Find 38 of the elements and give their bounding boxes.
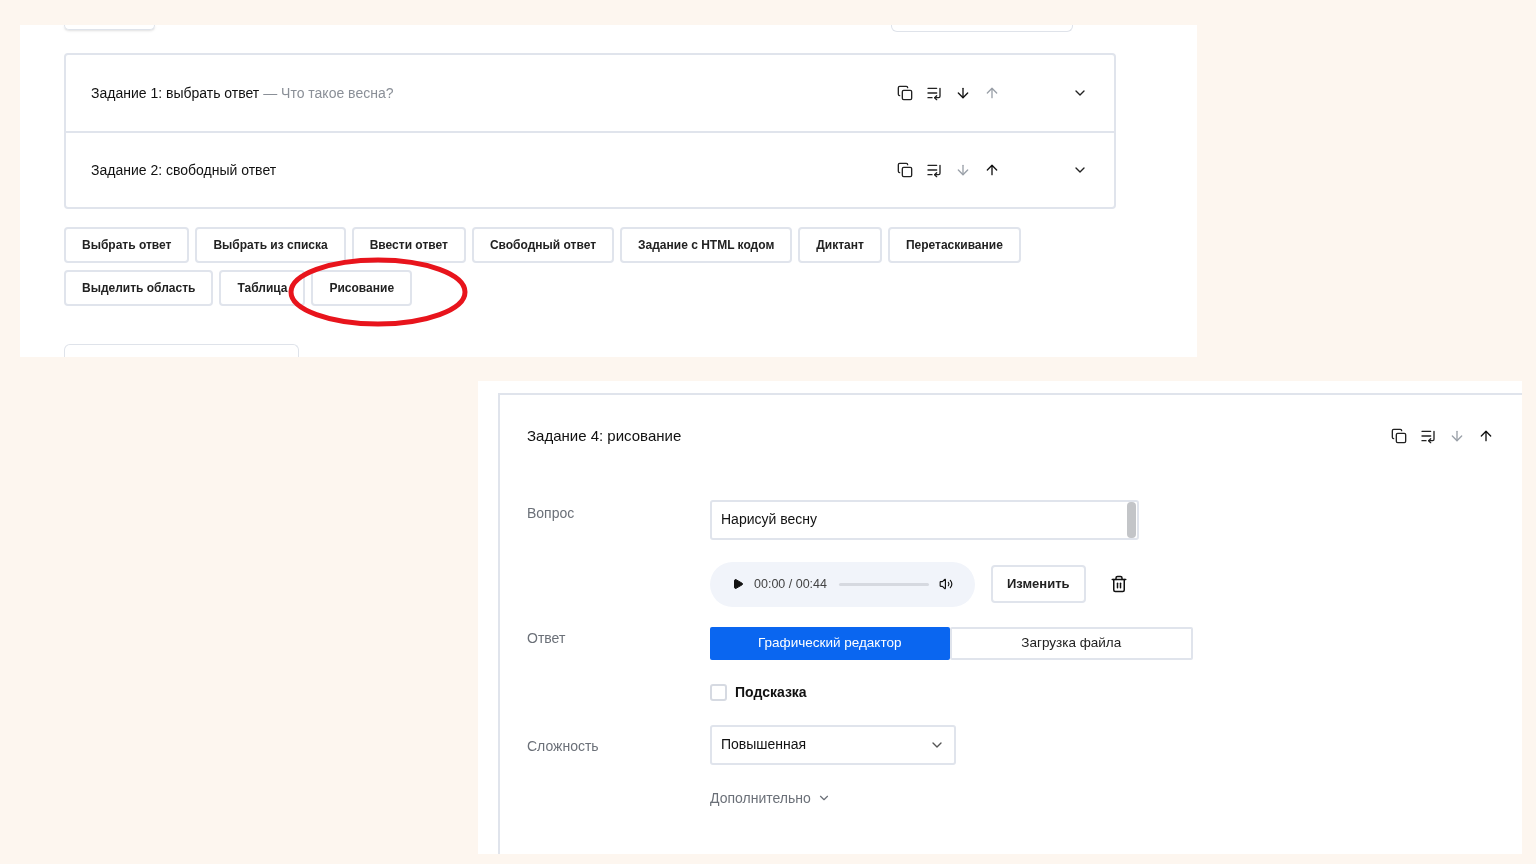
task-type-button[interactable]: Выделить область <box>64 270 214 306</box>
more-link[interactable]: Дополнительно <box>710 787 956 809</box>
arrow-up-icon[interactable] <box>984 162 1000 178</box>
task-type-button[interactable]: Перетаскивание <box>887 227 1021 263</box>
task-type-button[interactable]: Ввести ответ <box>351 227 466 263</box>
copy-icon[interactable] <box>897 85 913 101</box>
audio-time: 00:00 / 00:44 <box>754 575 827 593</box>
hint-label: Подсказка <box>735 682 807 702</box>
field-label: Вопрос <box>527 503 576 523</box>
scrollbar-thumb[interactable] <box>1127 501 1136 538</box>
list-icon[interactable] <box>926 85 942 101</box>
task-title: Задание 4: рисование <box>527 426 682 446</box>
task-type-button[interactable]: Рисование <box>311 270 413 306</box>
trash-icon[interactable] <box>1109 575 1128 593</box>
copy-icon[interactable] <box>897 162 913 178</box>
change-button[interactable]: Изменить <box>991 565 1086 603</box>
task-type-button[interactable]: Задание с HTML кодом <box>620 227 793 263</box>
field-label: Ответ <box>527 628 567 648</box>
answer-mode-tab[interactable]: Загрузка файла <box>949 626 1193 660</box>
list-icon[interactable] <box>926 162 942 178</box>
task-type-button[interactable]: Таблица <box>219 270 306 306</box>
audio-player[interactable]: 00:00 / 00:44 <box>710 561 975 607</box>
volume-icon[interactable] <box>939 577 953 591</box>
task-type-button[interactable]: Диктант <box>798 227 882 263</box>
difficulty-select[interactable]: Повышенная <box>710 724 956 765</box>
arrow-down-icon[interactable] <box>955 85 971 101</box>
hint-checkbox[interactable] <box>710 683 727 701</box>
play-icon[interactable] <box>732 578 744 590</box>
copy-icon[interactable] <box>1391 428 1407 445</box>
field-label: Сложность <box>527 736 600 756</box>
task-type-button[interactable]: Свободный ответ <box>471 227 615 263</box>
task-type-button[interactable]: Выбрать ответ <box>64 227 190 263</box>
task-type-button[interactable]: Выбрать из списка <box>195 227 346 263</box>
list-icon[interactable] <box>1420 428 1436 445</box>
answer-mode-tab[interactable]: Графический редактор <box>710 626 950 660</box>
question-field[interactable]: Нарисуй весну <box>710 499 1139 540</box>
task-title: Задание 1: выбрать ответ — Что такое весна? <box>91 83 395 103</box>
task-title: Задание 2: свободный ответ <box>91 160 278 180</box>
